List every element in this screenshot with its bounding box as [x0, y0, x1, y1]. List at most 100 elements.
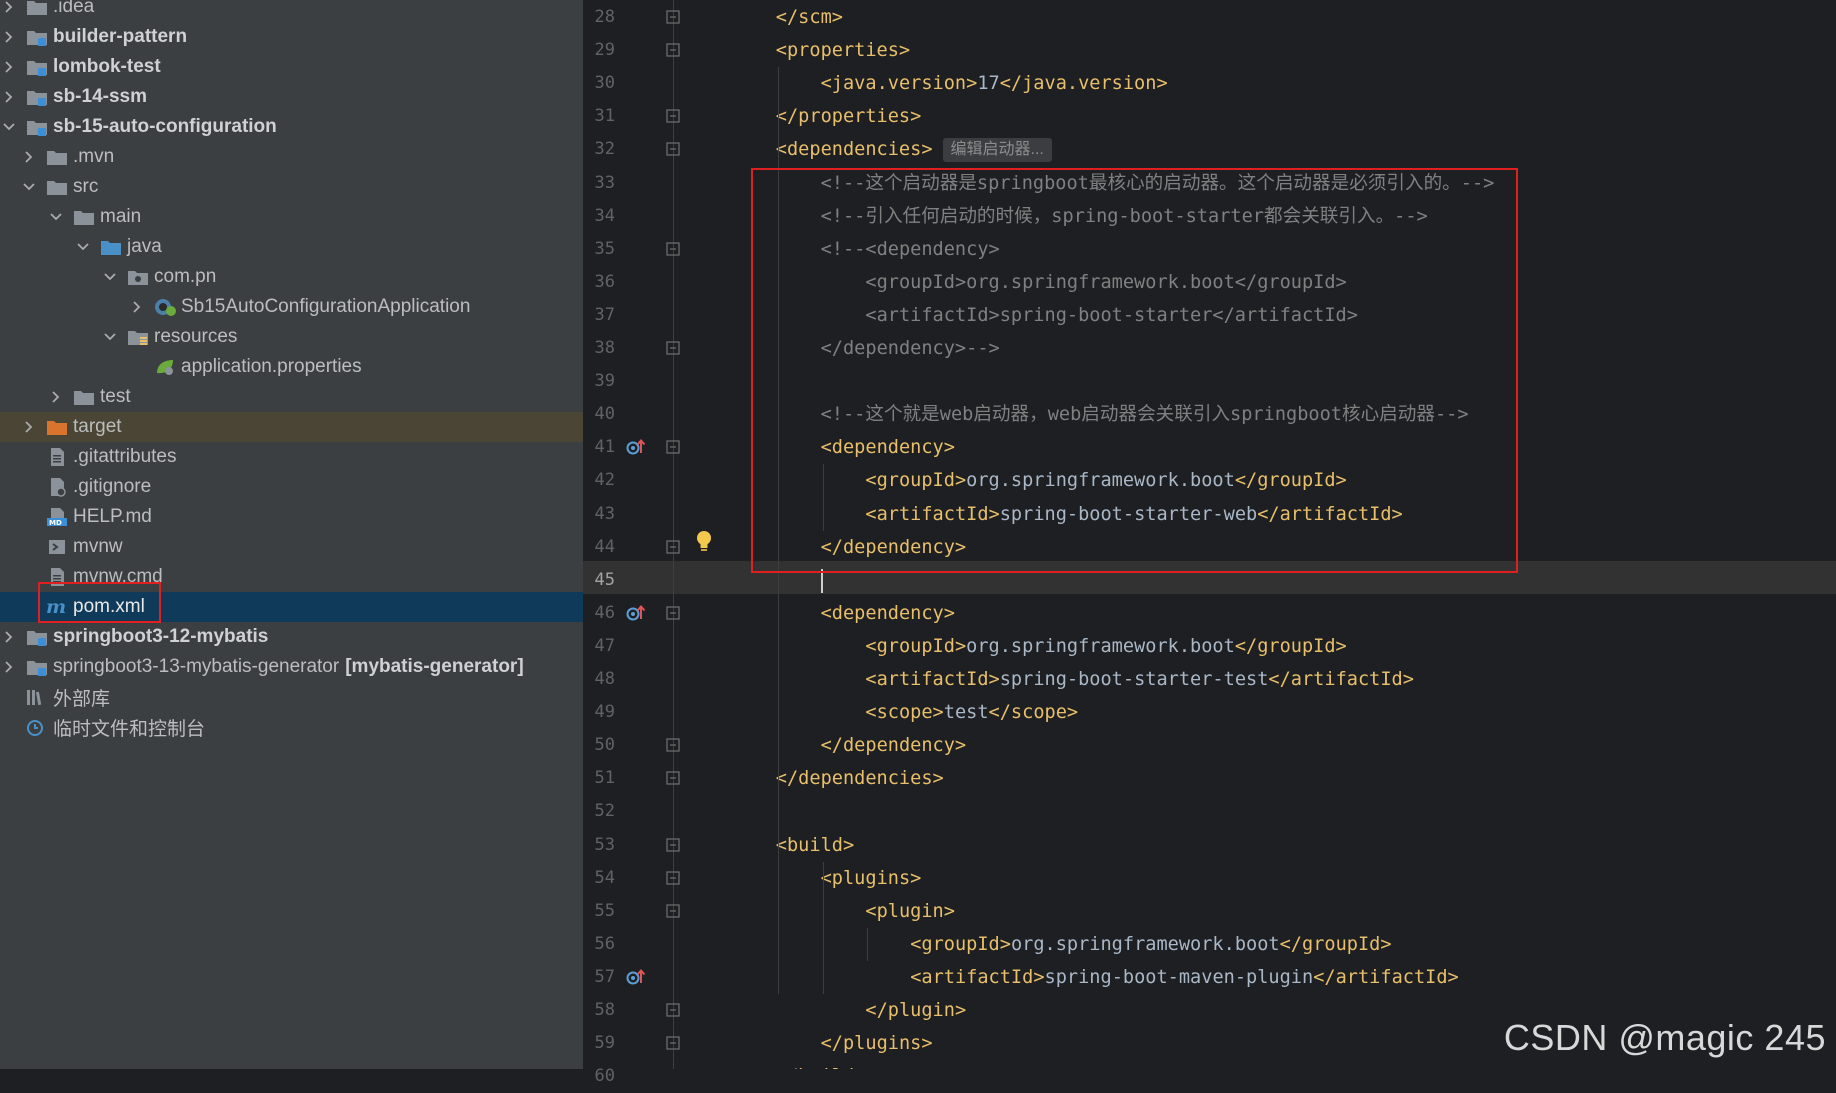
annotation-box-pom-file — [38, 582, 161, 623]
fold-marker-icon[interactable] — [665, 340, 681, 356]
chevron-down-icon[interactable] — [47, 208, 65, 226]
chevron-down-icon[interactable] — [20, 178, 38, 196]
xml-tag: </artifactId> — [1313, 966, 1459, 988]
module-icon — [26, 627, 48, 647]
project-tree-panel: .idea builder-pattern lombok-test sb-14-ssm… — [0, 0, 583, 1069]
code-line[interactable]: <build> — [776, 829, 854, 862]
fold-marker-icon[interactable] — [665, 1035, 681, 1051]
overrides-marker-icon[interactable] — [625, 436, 647, 458]
tree-item[interactable]: com.pn — [0, 262, 583, 292]
tree-item-label: springboot3-12-mybatis — [53, 626, 269, 647]
chevron-right-icon[interactable] — [0, 658, 18, 676]
xml-tag: </java.version> — [999, 73, 1168, 95]
tree-item[interactable]: .gitattributes — [0, 442, 583, 472]
lightbulb-icon[interactable] — [693, 528, 715, 554]
chevron-down-icon[interactable] — [101, 328, 119, 346]
tree-item[interactable]: sb-15-auto-configuration — [0, 112, 583, 142]
chevron-right-icon[interactable] — [128, 298, 146, 316]
chevron-down-icon[interactable] — [101, 268, 119, 286]
fold-marker-icon[interactable] — [665, 141, 681, 157]
line-number: 44 — [594, 536, 615, 557]
chevron-right-icon[interactable] — [0, 0, 18, 16]
fold-marker-icon[interactable] — [665, 1002, 681, 1018]
tree-item[interactable]: .idea — [0, 0, 583, 22]
fold-marker-icon[interactable] — [665, 837, 681, 853]
tree-item[interactable]: src — [0, 172, 583, 202]
tree-item[interactable]: MD HELP.md — [0, 502, 583, 532]
fold-marker-icon[interactable] — [665, 241, 681, 257]
tree-item[interactable]: mvnw — [0, 532, 583, 562]
tree-item[interactable]: springboot3-12-mybatis — [0, 622, 583, 652]
fold-marker-icon[interactable] — [665, 605, 681, 621]
code-line[interactable]: <dependency> — [821, 597, 955, 630]
code-line[interactable]: </scm> — [776, 1, 843, 34]
xml-tag: </dependencies> — [775, 768, 944, 790]
tree-item[interactable]: 外部库 — [0, 682, 583, 712]
code-line[interactable]: <artifactId>spring-boot-starter-test</ar… — [865, 663, 1414, 696]
code-line[interactable]: <plugin> — [865, 895, 955, 928]
edit-starters-hint[interactable]: 编辑启动器... — [942, 137, 1052, 162]
chevron-right-icon[interactable] — [47, 388, 65, 406]
fold-marker-icon[interactable] — [665, 539, 681, 555]
xml-tag: <dependencies> — [775, 139, 933, 161]
code-line[interactable]: </properties> — [776, 100, 922, 133]
fold-marker-icon[interactable] — [665, 439, 681, 455]
tree-item[interactable]: Sb15AutoConfigurationApplication — [0, 292, 583, 322]
overrides-marker-icon[interactable] — [625, 602, 647, 624]
tree-item[interactable]: application.properties — [0, 352, 583, 382]
tree-item[interactable]: sb-14-ssm — [0, 82, 583, 112]
line-number: 52 — [594, 801, 615, 822]
tree-item[interactable]: lombok-test — [0, 52, 583, 82]
fold-marker-icon[interactable] — [665, 9, 681, 25]
chevron-down-icon[interactable] — [0, 118, 18, 136]
code-line[interactable]: <scope>test</scope> — [865, 696, 1078, 729]
code-line[interactable]: </plugins> — [821, 1027, 933, 1060]
code-line[interactable]: </build> — [776, 1060, 866, 1069]
code-line[interactable]: <groupId>org.springframework.boot</group… — [865, 630, 1346, 663]
tree-item[interactable]: java — [0, 232, 583, 262]
tree-item-label: .gitattributes — [73, 446, 177, 467]
tree-item-label: sb-14-ssm — [53, 86, 147, 107]
chevron-right-icon[interactable] — [0, 28, 18, 46]
xml-tag: <artifactId> — [865, 669, 1000, 690]
code-line[interactable]: <plugins> — [821, 862, 922, 895]
chevron-right-icon[interactable] — [20, 148, 38, 166]
code-line[interactable]: </dependency> — [821, 729, 967, 762]
chevron-right-icon[interactable] — [20, 418, 38, 436]
tree-item[interactable]: test — [0, 382, 583, 412]
tree-item[interactable]: .gitignore — [0, 472, 583, 502]
module-icon — [26, 57, 48, 77]
chevron-right-icon[interactable] — [0, 58, 18, 76]
overrides-marker-icon[interactable] — [625, 966, 647, 988]
code-line[interactable]: <properties> — [776, 34, 910, 67]
fold-marker-icon[interactable] — [665, 903, 681, 919]
tree-item[interactable]: builder-pattern — [0, 22, 583, 52]
tree-item[interactable]: target — [0, 412, 583, 442]
tree-item[interactable]: resources — [0, 322, 583, 352]
tree-item-label: mvnw — [73, 536, 123, 557]
fold-marker-icon[interactable] — [665, 108, 681, 124]
fold-marker-icon[interactable] — [665, 737, 681, 753]
tree-item[interactable]: springboot3-13-mybatis-generator [mybatis… — [0, 652, 583, 682]
xml-tag: </groupId> — [1234, 635, 1347, 657]
chevron-right-icon[interactable] — [0, 628, 18, 646]
text-file-icon — [46, 447, 68, 467]
fold-marker-icon[interactable] — [665, 770, 681, 786]
chevron-right-icon[interactable] — [0, 88, 18, 106]
code-line[interactable]: </dependencies> — [776, 762, 944, 795]
chevron-down-icon[interactable] — [74, 238, 92, 256]
tree-item[interactable]: main — [0, 202, 583, 232]
fold-marker-icon[interactable] — [665, 42, 681, 58]
code-line[interactable]: <dependencies> 编辑启动器... — [776, 133, 1052, 166]
tree-item[interactable]: 临时文件和控制台 — [0, 712, 583, 742]
code-line[interactable]: <java.version>17</java.version> — [821, 67, 1168, 100]
fold-marker-icon[interactable] — [665, 870, 681, 886]
line-number: 48 — [594, 669, 615, 689]
code-line[interactable]: </plugin> — [865, 994, 966, 1027]
tree-item[interactable]: .mvn — [0, 142, 583, 172]
code-line[interactable]: <groupId>org.springframework.boot</group… — [910, 928, 1391, 961]
editor-gutter: 28 29 30 31 32 33 34 35 36 37 38 39 40 41 42 43 44 45 46 47… — [583, 0, 700, 1086]
line-number: 45 — [594, 569, 615, 590]
code-line[interactable]: <artifactId>spring-boot-maven-plugin</ar… — [910, 961, 1459, 994]
